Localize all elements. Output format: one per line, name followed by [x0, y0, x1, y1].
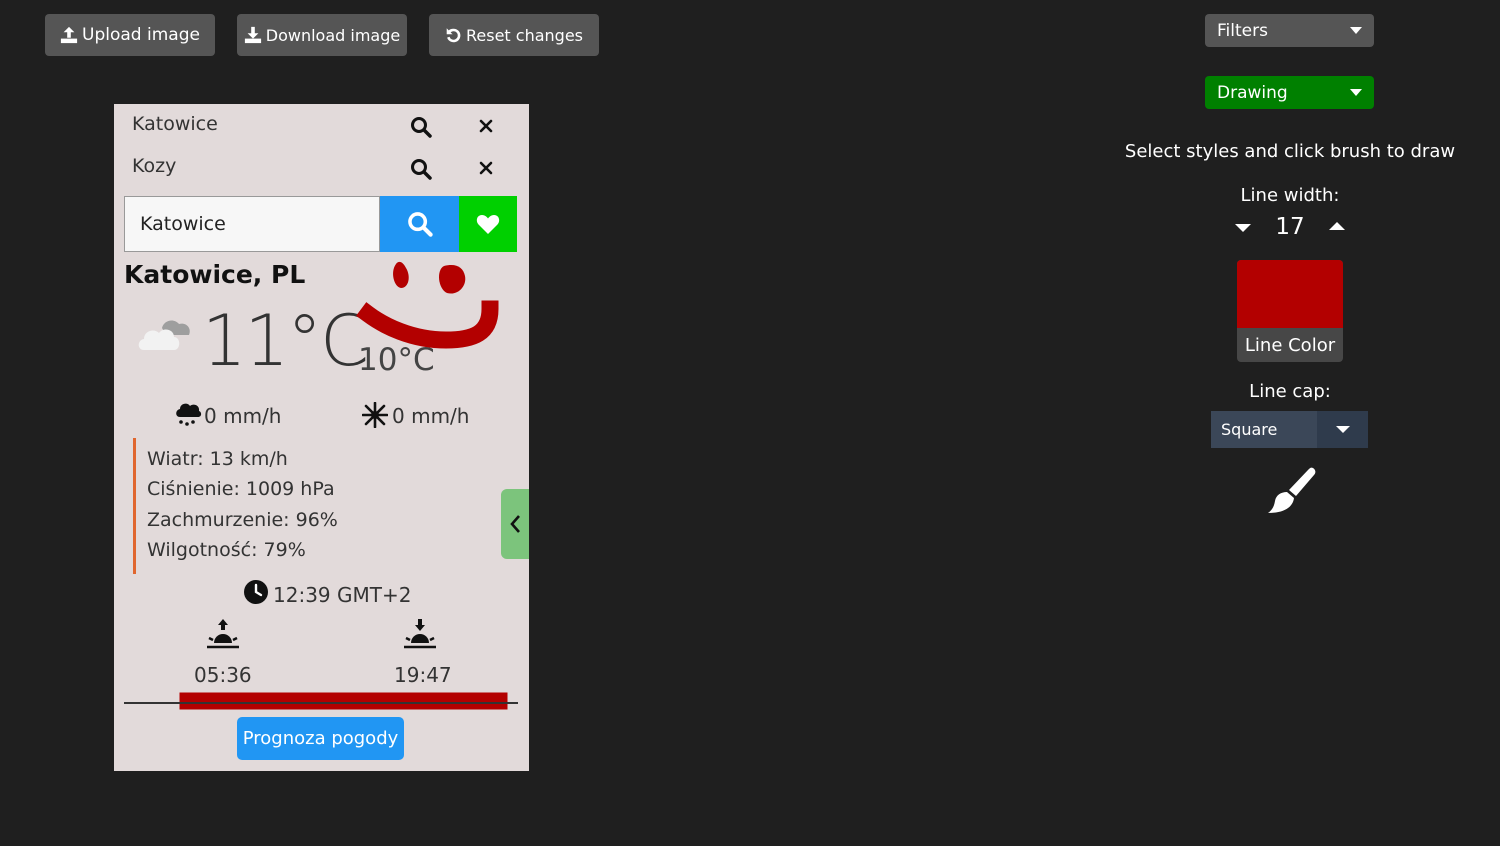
sunset-icon	[404, 619, 436, 649]
upload-image-label: Upload image	[82, 25, 200, 45]
caret-down-icon	[1235, 224, 1251, 232]
upload-image-button[interactable]: Upload image	[45, 14, 215, 56]
line-width-decrease-button[interactable]	[1235, 224, 1251, 232]
clock-icon	[244, 580, 268, 604]
daylight-line	[124, 702, 518, 704]
download-image-label: Download image	[265, 25, 401, 45]
line-width-label: Line width:	[1240, 185, 1340, 206]
reset-changes-button[interactable]: Reset changes	[429, 14, 599, 56]
details-accent-bar	[133, 438, 136, 574]
brush-icon	[1268, 467, 1316, 513]
sunrise-time: 05:36	[194, 663, 252, 687]
line-color-label: Line Color	[1244, 334, 1336, 356]
clouds-detail: Zachmurzenie: 96%	[147, 509, 338, 531]
drawing-layer	[179, 261, 508, 710]
rain-value: 0 mm/h	[204, 404, 282, 428]
wind-detail: Wiatr: 13 km/h	[147, 448, 288, 470]
sunset-time: 19:47	[394, 663, 452, 687]
sunrise-icon	[207, 619, 239, 649]
upload-icon	[60, 26, 78, 44]
chevron-down-icon	[1350, 89, 1362, 96]
reset-changes-label: Reset changes	[466, 25, 583, 45]
chevron-down-icon	[1350, 27, 1362, 34]
line-color-picker[interactable]: Line Color	[1237, 260, 1343, 362]
chevron-down-icon	[1335, 426, 1350, 433]
rain-icon	[176, 403, 202, 426]
pressure-detail: Ciśnienie: 1009 hPa	[147, 478, 335, 500]
line-cap-label: Line cap:	[1249, 381, 1331, 402]
humidity-detail: Wilgotność: 79%	[147, 539, 306, 561]
side-panel-toggle[interactable]	[501, 489, 529, 559]
snow-value: 0 mm/h	[392, 404, 470, 428]
local-time: 12:39 GMT+2	[273, 583, 412, 607]
chevron-left-icon	[510, 515, 520, 533]
drawing-dropdown[interactable]: Drawing	[1205, 76, 1374, 109]
line-cap-value: Square	[1221, 420, 1278, 439]
image-canvas[interactable]: Katowice Kozy Katowice Katowice, PL 11°C…	[114, 104, 529, 771]
line-cap-select[interactable]: Square	[1211, 411, 1368, 448]
caret-up-icon	[1329, 222, 1345, 230]
snowflake-icon	[362, 402, 388, 428]
line-color-swatch	[1237, 260, 1343, 328]
drawing-label: Drawing	[1217, 82, 1288, 103]
line-width-increase-button[interactable]	[1329, 222, 1345, 230]
download-icon	[244, 26, 261, 44]
undo-icon	[446, 27, 461, 42]
filters-label: Filters	[1217, 20, 1268, 41]
forecast-button[interactable]: Prognoza pogody	[237, 717, 404, 760]
line-cap-toggle[interactable]	[1317, 411, 1368, 448]
line-width-value: 17	[1275, 214, 1305, 240]
drawing-instructions: Select styles and click brush to draw	[1124, 141, 1456, 162]
filters-dropdown[interactable]: Filters	[1205, 14, 1374, 47]
download-image-button[interactable]: Download image	[237, 14, 407, 56]
brush-button[interactable]	[1266, 466, 1318, 520]
